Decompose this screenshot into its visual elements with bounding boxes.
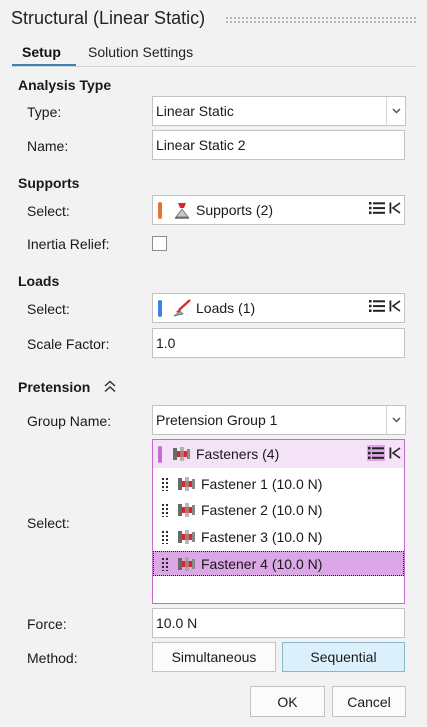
tab-divider — [11, 66, 416, 67]
loads-color-bar — [158, 299, 162, 317]
list-item-label: Fastener 3 (10.0 N) — [201, 528, 323, 545]
support-icon — [175, 203, 189, 219]
reset-selection-icon[interactable] — [389, 202, 401, 214]
pretension-select-label: Select: — [27, 515, 70, 531]
list-item[interactable]: Fastener 3 (10.0 N) — [153, 524, 404, 549]
load-icon — [173, 299, 191, 317]
name-field[interactable]: Linear Static 2 — [152, 130, 405, 160]
ok-button[interactable]: OK — [250, 686, 325, 717]
double-chevron-up-icon[interactable] — [104, 380, 116, 393]
inertia-relief-checkbox[interactable] — [152, 236, 167, 251]
reset-selection-icon[interactable] — [389, 447, 401, 459]
name-value: Linear Static 2 — [156, 137, 246, 153]
supports-heading: Supports — [18, 175, 80, 191]
force-field[interactable]: 10.0 N — [152, 608, 405, 638]
fasteners-color-bar — [158, 445, 162, 463]
method-simultaneous-button[interactable]: Simultaneous — [152, 642, 276, 672]
drag-handle-icon[interactable] — [161, 502, 169, 517]
group-name-dropdown[interactable]: Pretension Group 1 — [152, 405, 406, 435]
supports-select-value: Supports (2) — [196, 202, 274, 218]
pretension-heading: Pretension — [18, 379, 91, 395]
type-label: Type: — [27, 104, 62, 120]
scale-factor-field[interactable]: 1.0 — [152, 328, 405, 358]
scale-factor-value: 1.0 — [156, 335, 176, 351]
group-name-label: Group Name: — [27, 413, 112, 429]
fastener-icon — [178, 529, 195, 544]
fastener-list: Fastener 1 (10.0 N) Fastener 2 (10.0 N) … — [152, 468, 405, 604]
fastener-icon — [178, 476, 195, 491]
loads-select-value: Loads (1) — [196, 300, 256, 316]
fasteners-selector[interactable]: Fasteners (4) — [152, 439, 405, 469]
cancel-button[interactable]: Cancel — [332, 686, 406, 717]
drag-handle-icon[interactable] — [161, 556, 169, 571]
list-item-label: Fastener 2 (10.0 N) — [201, 501, 323, 518]
list-item-selected[interactable]: Fastener 4 (10.0 N) — [153, 551, 404, 576]
method-label: Method: — [27, 650, 78, 666]
loads-select-label: Select: — [27, 301, 70, 317]
tab-solution-settings[interactable]: Solution Settings — [88, 44, 193, 60]
inertia-relief-label: Inertia Relief: — [27, 236, 110, 252]
supports-select-label: Select: — [27, 203, 70, 219]
drag-handle-icon[interactable] — [161, 529, 169, 544]
scale-factor-label: Scale Factor: — [27, 336, 110, 352]
supports-selector[interactable]: Supports (2) — [152, 195, 405, 225]
dialog-title: Structural (Linear Static) — [11, 8, 206, 28]
fastener-icon — [173, 447, 190, 461]
list-item[interactable]: Fastener 1 (10.0 N) — [153, 471, 404, 496]
force-value: 10.0 N — [156, 615, 198, 631]
type-value: Linear Static — [156, 103, 234, 119]
loads-selector[interactable]: Loads (1) — [152, 293, 405, 323]
tab-setup[interactable]: Setup — [22, 44, 61, 60]
method-sequential-button[interactable]: Sequential — [282, 642, 405, 672]
fastener-icon — [178, 556, 195, 571]
supports-color-bar — [158, 201, 162, 219]
name-label: Name: — [27, 138, 69, 154]
drag-handle-icon[interactable] — [161, 476, 169, 491]
chevron-down-icon[interactable] — [386, 97, 405, 125]
fastener-icon — [178, 502, 195, 517]
list-icon[interactable] — [368, 446, 384, 460]
chevron-down-icon[interactable] — [386, 406, 405, 434]
analysis-type-heading: Analysis Type — [18, 77, 112, 93]
list-item[interactable]: Fastener 2 (10.0 N) — [153, 497, 404, 522]
drag-handle[interactable] — [225, 16, 418, 25]
list-item-label: Fastener 1 (10.0 N) — [201, 475, 323, 492]
force-label: Force: — [27, 616, 67, 632]
type-dropdown[interactable]: Linear Static — [152, 96, 406, 126]
list-icon[interactable] — [369, 299, 385, 313]
fasteners-select-value: Fasteners (4) — [196, 446, 280, 462]
group-name-value: Pretension Group 1 — [156, 412, 278, 428]
list-button-active[interactable] — [367, 445, 385, 461]
reset-selection-icon[interactable] — [389, 300, 401, 312]
list-icon[interactable] — [369, 201, 385, 215]
loads-heading: Loads — [18, 273, 60, 289]
list-item-label: Fastener 4 (10.0 N) — [201, 555, 323, 572]
